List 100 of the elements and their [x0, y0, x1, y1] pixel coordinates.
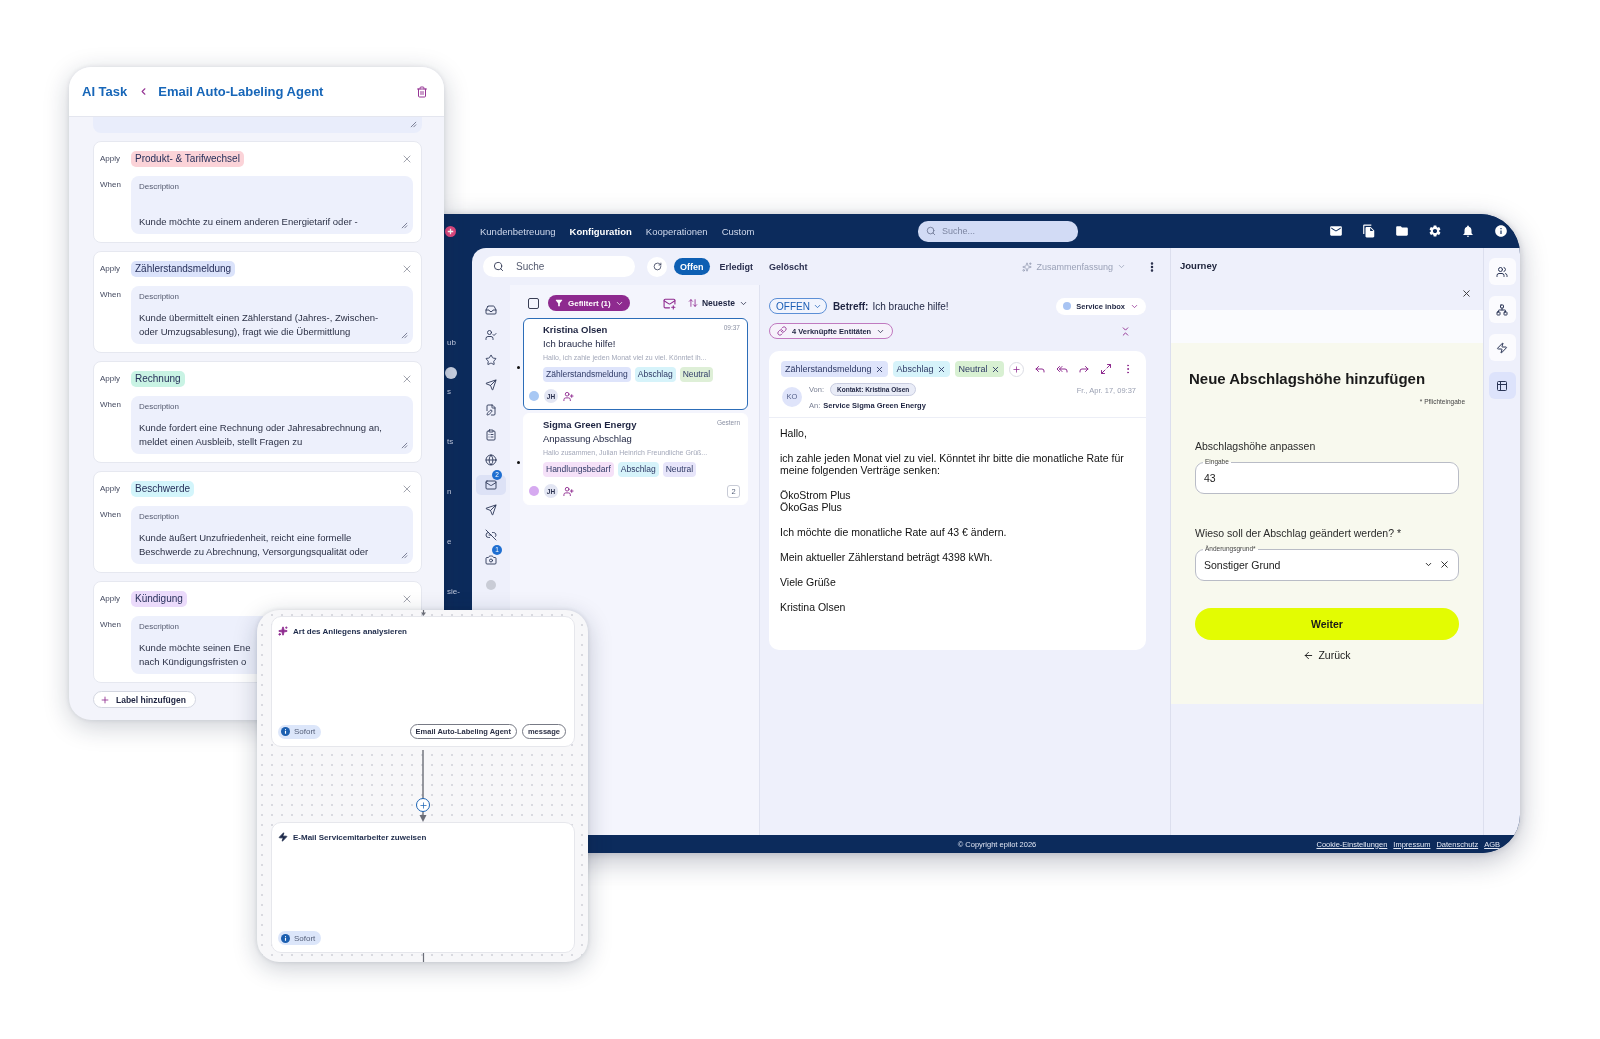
label-tag: Zählerstandsmeldung	[543, 367, 631, 382]
sender-name: Kristina Olsen	[543, 324, 608, 335]
form-heading: Neue Abschlagshöhe hinzufügen	[1189, 370, 1426, 388]
label-tag: Zählerstandsmeldung	[781, 361, 888, 377]
close-icon	[401, 593, 413, 605]
label-tag: Abschlag	[634, 367, 676, 382]
reply-all-icon[interactable]	[1056, 363, 1068, 375]
sparkle-icon	[278, 626, 288, 636]
label-tag: Rechnung	[131, 371, 185, 387]
remove-icon[interactable]	[936, 364, 946, 374]
back-button[interactable]: Zurück	[1303, 649, 1351, 662]
sort-icon	[687, 298, 698, 308]
apply-label: Apply	[100, 264, 121, 274]
clear-icon[interactable]	[1439, 559, 1450, 570]
camera-icon	[485, 554, 497, 566]
label-tag: Kündigung	[131, 591, 187, 607]
rail-button[interactable]	[1488, 296, 1516, 323]
remove-button[interactable]	[401, 593, 413, 605]
add-step-button[interactable]	[416, 798, 430, 812]
mail-plus-icon[interactable]	[662, 296, 676, 310]
sort-button[interactable]: Neueste	[687, 298, 748, 308]
trigger-chip: Sofort	[278, 724, 322, 739]
inbox-icon	[485, 304, 497, 316]
expand-icon[interactable]	[1100, 363, 1112, 375]
search-field[interactable]: Suche	[483, 256, 635, 277]
status-dropdown[interactable]: OFFEN	[769, 298, 827, 314]
file-edit-icon	[485, 404, 497, 416]
when-label: When	[100, 510, 122, 520]
email-paragraph: ich zahle jeden Monat viel zu viel. Könntet ihr bitte die monatliche Rate für meine folgenden Verträge senken:	[780, 451, 1124, 477]
apply-label: Apply	[100, 154, 121, 164]
resize-handle-icon	[401, 552, 408, 559]
apply-label: Apply	[100, 374, 121, 384]
label-tag: Beschwerde	[131, 481, 195, 497]
step-title: E-Mail Servicemitarbeiter zuweisen	[293, 832, 427, 842]
rail-button[interactable]	[1488, 372, 1516, 399]
description-field[interactable]	[93, 117, 422, 133]
label-tag: Neutral	[679, 367, 714, 382]
status-tab[interactable]: Offen	[674, 258, 710, 275]
breadcrumb-link[interactable]: AI Task	[82, 84, 128, 99]
nav-tab[interactable]: Kundenbetreuung	[480, 225, 556, 237]
status-tab[interactable]: Erledigt	[713, 258, 759, 275]
folder-icon[interactable]	[1395, 224, 1409, 238]
close-icon	[1461, 288, 1472, 299]
remove-icon[interactable]	[874, 364, 884, 374]
select-all-checkbox[interactable]	[528, 297, 539, 309]
nav-tab[interactable]: Konfiguration	[569, 225, 632, 237]
when-label: When	[100, 620, 122, 630]
refresh-icon	[652, 262, 662, 271]
label-tag: Neutral	[954, 361, 1004, 377]
description-field[interactable]: Description Kunde äußert Unzufriedenheit, reicht eine formelle Beschwerde zu Abrechnung, Versorgungsqualität oder	[131, 506, 413, 564]
mail-icon[interactable]	[1329, 224, 1343, 238]
copy-icon[interactable]	[1362, 224, 1376, 238]
subject-text: Ich brauche hilfe!	[543, 338, 616, 349]
filter-button[interactable]: Gefiltert (1)	[548, 295, 630, 311]
close-icon	[401, 263, 413, 275]
description-field[interactable]: Description Kunde übermittelt einen Zählerstand (Jahres-, Zwischen- oder Umzugsablesung), fragt wie die Übermittlung	[131, 286, 413, 344]
connector-arrow	[419, 610, 427, 616]
email-paragraph: Kristina Olsen	[780, 600, 846, 613]
forward-icon[interactable]	[1078, 363, 1090, 375]
status-tab[interactable]: Gelöscht	[763, 258, 814, 275]
reply-icon[interactable]	[1034, 363, 1046, 375]
send-icon	[485, 504, 497, 516]
label-tag: Abschlag	[892, 361, 950, 377]
when-label: When	[100, 180, 122, 190]
chevron-down-icon	[1424, 560, 1433, 569]
nav-label[interactable]: ts	[447, 437, 454, 447]
nav-button[interactable]	[476, 475, 506, 495]
nav-label[interactable]: n	[447, 487, 452, 497]
add-user-icon[interactable]	[563, 485, 574, 497]
nav-tab[interactable]: Custom	[721, 225, 755, 237]
add-label-button[interactable]: Label hinzufügen	[93, 691, 196, 708]
when-label: When	[100, 290, 122, 300]
description-field[interactable]: Description Kunde möchte seinen Ene nach Kündigungsfristen o	[131, 616, 263, 674]
description-field[interactable]: Description Kunde fordert eine Rechnung oder Jahresabrechnung an, meldet einen Ausbleib, stellt Fragen zu	[131, 396, 413, 454]
trash-icon	[416, 85, 428, 98]
nav-label[interactable]: sie-	[447, 587, 460, 597]
collapse-button[interactable]	[1120, 325, 1131, 337]
nav-tab[interactable]: Kooperationen	[645, 225, 708, 237]
user-check-icon	[485, 329, 497, 341]
description-field[interactable]: Description Kunde möchte zu einem anderen Energietarif oder -	[131, 176, 413, 234]
lightning-icon	[278, 832, 288, 842]
close-button[interactable]	[1461, 288, 1472, 299]
settings-icon[interactable]	[1428, 224, 1442, 238]
label-tag: Produkt- & Tarifwechsel	[131, 151, 244, 167]
add-user-icon[interactable]	[563, 390, 574, 402]
refresh-button[interactable]	[647, 256, 667, 277]
nav-label[interactable]: e	[447, 537, 452, 547]
next-button[interactable]: Weiter	[1195, 608, 1459, 640]
search-field[interactable]: Suche...	[918, 220, 1078, 242]
panel-title: Email Auto-Labeling Agent	[158, 84, 324, 99]
delete-button[interactable]	[416, 85, 428, 98]
nav-label[interactable]: s	[447, 387, 451, 397]
info-icon[interactable]	[1494, 224, 1508, 238]
clipboard-icon	[485, 429, 497, 441]
nav-label[interactable]: ub	[447, 338, 456, 348]
remove-icon[interactable]	[990, 364, 1000, 374]
email-paragraph: Hallo,	[780, 427, 807, 440]
bell-icon[interactable]	[1461, 224, 1475, 238]
resize-handle-icon	[401, 332, 408, 339]
send-icon	[485, 379, 497, 391]
